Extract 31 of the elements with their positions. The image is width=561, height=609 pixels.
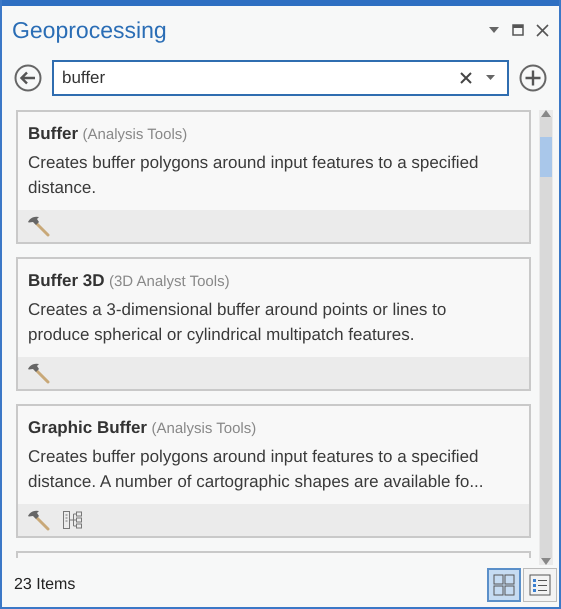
tool-description: Creates buffer polygons around input features to a specified distance. A number of cartographic shapes are available fo...	[27, 446, 484, 493]
tool-card[interactable]: Buffer (Analysis Tools) Creates buffer polygons around input features to a specified distance.	[16, 110, 531, 244]
tool-card[interactable]: Buffer 3D (3D Analyst Tools) Creates a 3-dimensional buffer around points or lines to produce spherical or cylindrical multipatch features.	[16, 257, 531, 391]
model-icon	[62, 509, 84, 531]
hammer-icon	[26, 215, 52, 237]
add-icon[interactable]	[519, 64, 547, 92]
tool-name: Buffer 3D	[28, 271, 105, 290]
hammer-icon	[26, 362, 52, 384]
back-icon[interactable]	[14, 64, 42, 92]
tool-description: Creates buffer polygons around input features to a specified distance.	[27, 152, 480, 199]
search-field[interactable]: buffer	[52, 60, 509, 96]
tool-name: Graphic Buffer	[28, 418, 148, 437]
dropdown-icon[interactable]	[488, 26, 500, 34]
hammer-icon	[26, 509, 52, 531]
toolbox-name: (Analysis Tools)	[82, 126, 188, 143]
dropdown-icon[interactable]	[486, 75, 495, 81]
scroll-thumb[interactable]	[540, 137, 552, 177]
close-icon[interactable]	[536, 24, 549, 36]
list-view-icon[interactable]	[523, 568, 557, 602]
search-input[interactable]: buffer	[62, 62, 446, 94]
tool-card[interactable]: Graphic Buffer (Analysis Tools) Creates buffer polygons around input features to a specified distance. A number of cartographic shapes are available fo...	[16, 404, 531, 538]
tool-name: Buffer	[28, 124, 78, 143]
toolbox-name: (Analysis Tools)	[151, 420, 256, 437]
scrollbar[interactable]	[539, 110, 553, 565]
item-count: 23 Items	[14, 576, 76, 594]
toolbox-name: (3D Analyst Tools)	[108, 273, 230, 290]
clear-icon[interactable]	[460, 72, 472, 84]
tool-description: Creates a 3-dimensional buffer around points or lines to produce spherical or cylindrical multipatch features.	[27, 299, 448, 346]
tile-view-icon[interactable]	[487, 568, 521, 602]
pane-title: Geoprocessing	[12, 16, 167, 44]
maximize-icon[interactable]	[512, 24, 524, 36]
